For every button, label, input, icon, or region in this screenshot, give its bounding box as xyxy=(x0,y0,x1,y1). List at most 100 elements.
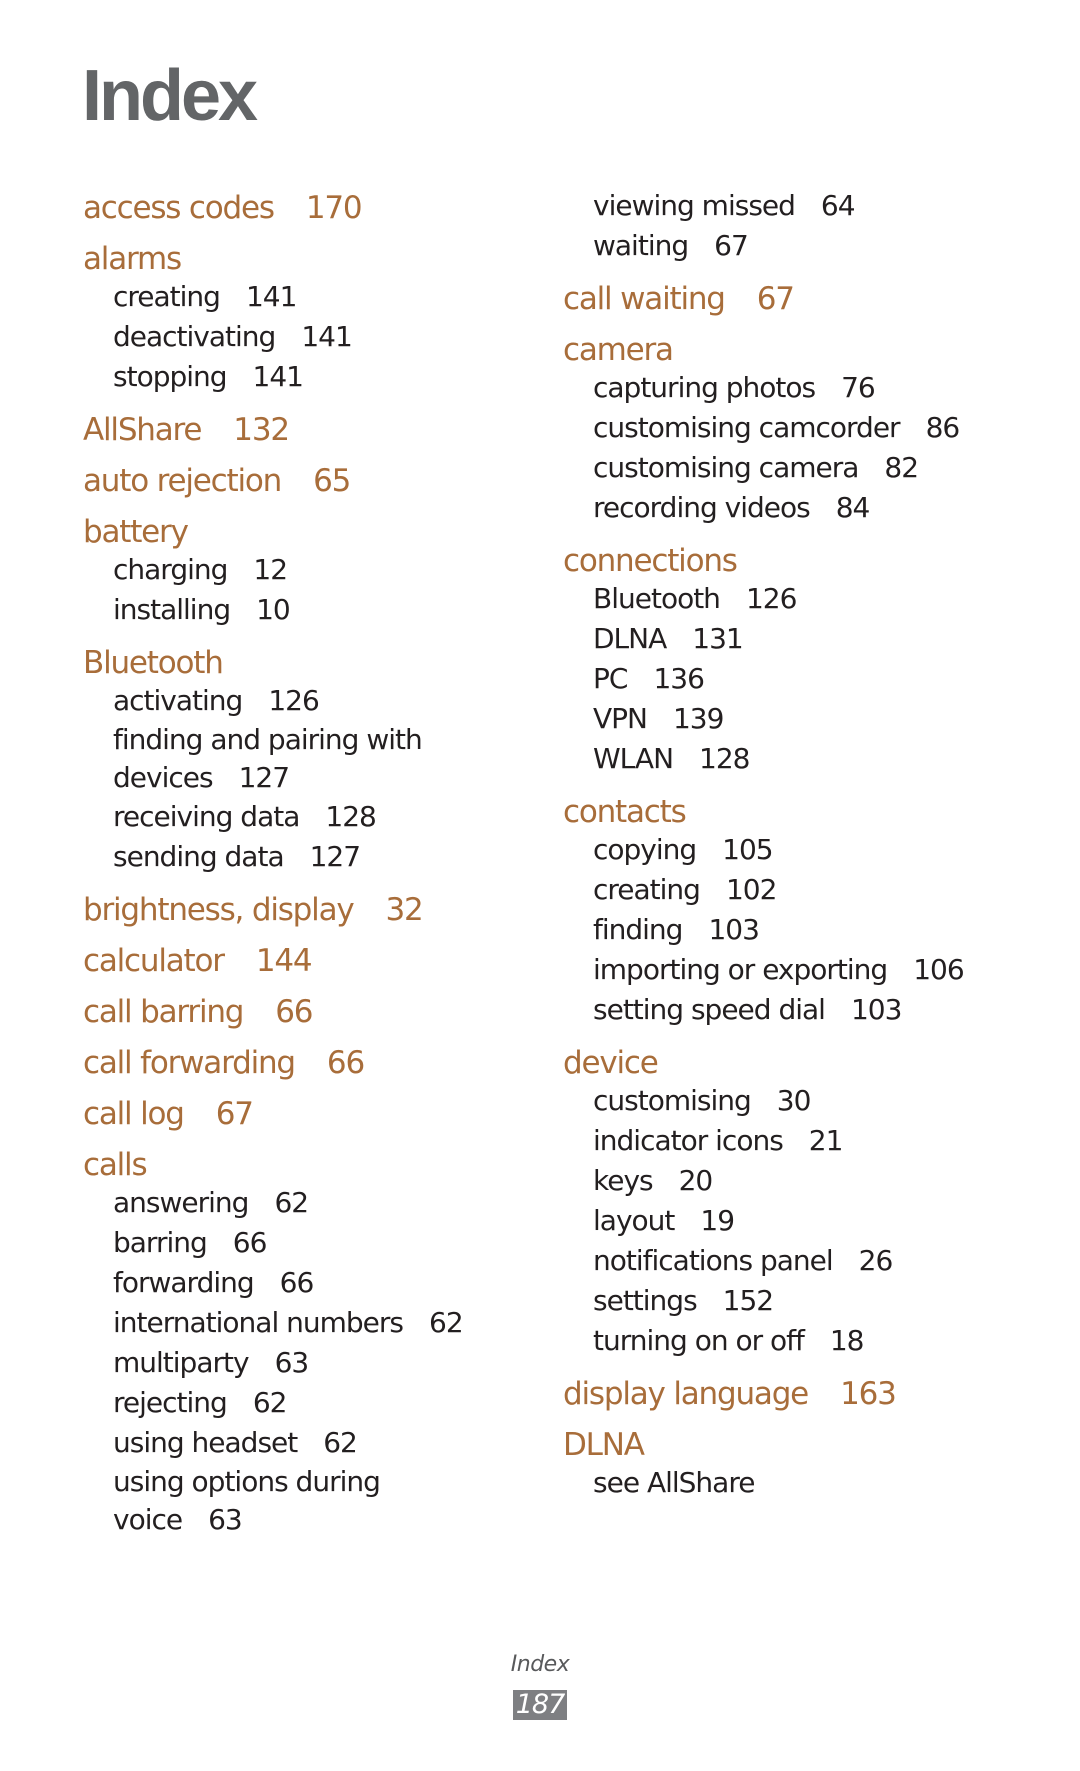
index-subentry: stopping 141 xyxy=(83,357,553,397)
index-subentry-label: using options during voice xyxy=(113,1465,381,1536)
index-page-ref[interactable]: 67 xyxy=(216,1096,254,1132)
index-subentry-label: multiparty xyxy=(113,1346,250,1379)
page-title: Index xyxy=(82,56,258,136)
index-term: call waiting 67 xyxy=(563,281,1033,317)
index-term: display language 163 xyxy=(563,1376,1033,1412)
index-subentry-label: forwarding xyxy=(113,1266,255,1299)
index-page-ref[interactable]: 144 xyxy=(256,943,313,979)
index-subentry-label: Bluetooth xyxy=(593,582,721,615)
index-page-ref[interactable]: 141 xyxy=(301,320,352,353)
index-page-ref[interactable]: 26 xyxy=(859,1244,894,1277)
index-page-ref[interactable]: 76 xyxy=(841,371,876,404)
index-page-ref[interactable]: 19 xyxy=(700,1204,735,1237)
index-page-ref[interactable]: 132 xyxy=(233,412,290,448)
index-page-ref[interactable]: 21 xyxy=(809,1124,844,1157)
index-subentry-label: layout xyxy=(593,1204,675,1237)
index-subentry: barring 66 xyxy=(83,1223,553,1263)
index-subentry-label: WLAN xyxy=(593,742,674,775)
index-subentry-label: turning on or off xyxy=(593,1324,805,1357)
index-page-ref[interactable]: 63 xyxy=(208,1503,243,1536)
index-page-ref[interactable]: 63 xyxy=(275,1346,310,1379)
index-subentry-label: waiting xyxy=(593,229,689,262)
index-page-ref[interactable]: 86 xyxy=(926,411,961,444)
index-page-ref[interactable]: 82 xyxy=(884,451,919,484)
index-subentry: deactivating 141 xyxy=(83,317,553,357)
index-page-ref[interactable]: 30 xyxy=(777,1084,812,1117)
index-subentry: settings 152 xyxy=(563,1281,1033,1321)
index-page-ref[interactable]: 128 xyxy=(325,800,376,833)
index-term: calls xyxy=(83,1147,553,1183)
index-subentry-label: customising camera xyxy=(593,451,859,484)
index-term-label: display language xyxy=(563,1376,809,1412)
index-term-label: brightness, display xyxy=(83,892,355,928)
index-page-ref[interactable]: 136 xyxy=(653,662,704,695)
index-subentry: using headset 62 xyxy=(83,1423,553,1463)
index-subentry: see AllShare xyxy=(563,1463,1033,1503)
index-entry-battery: battery charging 12 installing 10 xyxy=(83,514,553,630)
index-subentry: setting speed dial 103 xyxy=(563,990,1033,1030)
index-subentry-label: creating xyxy=(593,873,701,906)
index-term-label: Bluetooth xyxy=(83,645,224,681)
index-page-ref[interactable]: 10 xyxy=(256,593,291,626)
index-page-ref[interactable]: 62 xyxy=(429,1306,464,1339)
index-page-ref[interactable]: 127 xyxy=(239,761,290,794)
index-page-ref[interactable]: 152 xyxy=(723,1284,774,1317)
index-page-ref[interactable]: 12 xyxy=(253,553,288,586)
index-page-ref[interactable]: 84 xyxy=(836,491,871,524)
index-term-label: call log xyxy=(83,1096,185,1132)
index-page-ref[interactable]: 62 xyxy=(274,1186,309,1219)
index-page-ref[interactable]: 163 xyxy=(840,1376,897,1412)
index-page-ref[interactable]: 105 xyxy=(722,833,773,866)
index-page-ref[interactable]: 141 xyxy=(253,360,304,393)
index-subentry-label: setting speed dial xyxy=(593,993,826,1026)
index-page-ref[interactable]: 32 xyxy=(386,892,424,928)
index-term-label: auto rejection xyxy=(83,463,282,499)
index-subentry-label: international numbers xyxy=(113,1306,404,1339)
index-subentry: sending data 127 xyxy=(83,837,553,877)
index-subentry-label: answering xyxy=(113,1186,249,1219)
index-page-ref[interactable]: 67 xyxy=(757,281,795,317)
index-subentry-label: charging xyxy=(113,553,228,586)
index-page-ref[interactable]: 64 xyxy=(821,189,856,222)
index-page-ref[interactable]: 20 xyxy=(679,1164,714,1197)
index-term: device xyxy=(563,1045,1033,1081)
index-term: calculator 144 xyxy=(83,943,553,979)
index-page-ref[interactable]: 103 xyxy=(851,993,902,1026)
index-page-ref[interactable]: 66 xyxy=(233,1226,268,1259)
index-page-ref[interactable]: 62 xyxy=(323,1426,358,1459)
index-page-ref[interactable]: 126 xyxy=(268,684,319,717)
index-term: call barring 66 xyxy=(83,994,553,1030)
index-subentry-label: rejecting xyxy=(113,1386,228,1419)
index-subentry: notifications panel 26 xyxy=(563,1241,1033,1281)
index-page-ref[interactable]: 126 xyxy=(746,582,797,615)
index-page-ref[interactable]: 62 xyxy=(253,1386,288,1419)
index-page-ref[interactable]: 65 xyxy=(313,463,351,499)
index-term: DLNA xyxy=(563,1427,1033,1463)
index-page-ref[interactable]: 127 xyxy=(310,840,361,873)
index-page-ref[interactable]: 67 xyxy=(714,229,749,262)
index-subentry-label: settings xyxy=(593,1284,698,1317)
index-term: brightness, display 32 xyxy=(83,892,553,928)
index-page-ref[interactable]: 66 xyxy=(280,1266,315,1299)
index-page-ref[interactable]: 106 xyxy=(913,953,964,986)
index-page-ref[interactable]: 102 xyxy=(726,873,777,906)
index-entry-calls: calls answering 62 barring 66 forwarding 66 int… xyxy=(83,1147,553,1539)
index-page-ref[interactable]: 66 xyxy=(275,994,313,1030)
index-page-ref[interactable]: 66 xyxy=(327,1045,365,1081)
index-subentry: installing 10 xyxy=(83,590,553,630)
index-term: AllShare 132 xyxy=(83,412,553,448)
index-subentry: multiparty 63 xyxy=(83,1343,553,1383)
index-page-ref[interactable]: 128 xyxy=(699,742,750,775)
index-term-label: access codes xyxy=(83,190,275,226)
index-page-ref[interactable]: 139 xyxy=(673,702,724,735)
index-term-label: calls xyxy=(83,1147,148,1183)
index-page-ref[interactable]: 18 xyxy=(830,1324,865,1357)
index-column-left: access codes 170 alarms creating 141 deactiva… xyxy=(83,190,553,1539)
index-page-ref[interactable]: 103 xyxy=(708,913,759,946)
index-page-ref[interactable]: 131 xyxy=(692,622,743,655)
index-term-label: calculator xyxy=(83,943,225,979)
index-entry-contacts: contacts copying 105 creating 102 finding 103 i… xyxy=(563,794,1033,1030)
index-page-ref[interactable]: 170 xyxy=(306,190,363,226)
index-page-ref[interactable]: 141 xyxy=(246,280,297,313)
index-entry-call-barring: call barring 66 xyxy=(83,994,553,1030)
